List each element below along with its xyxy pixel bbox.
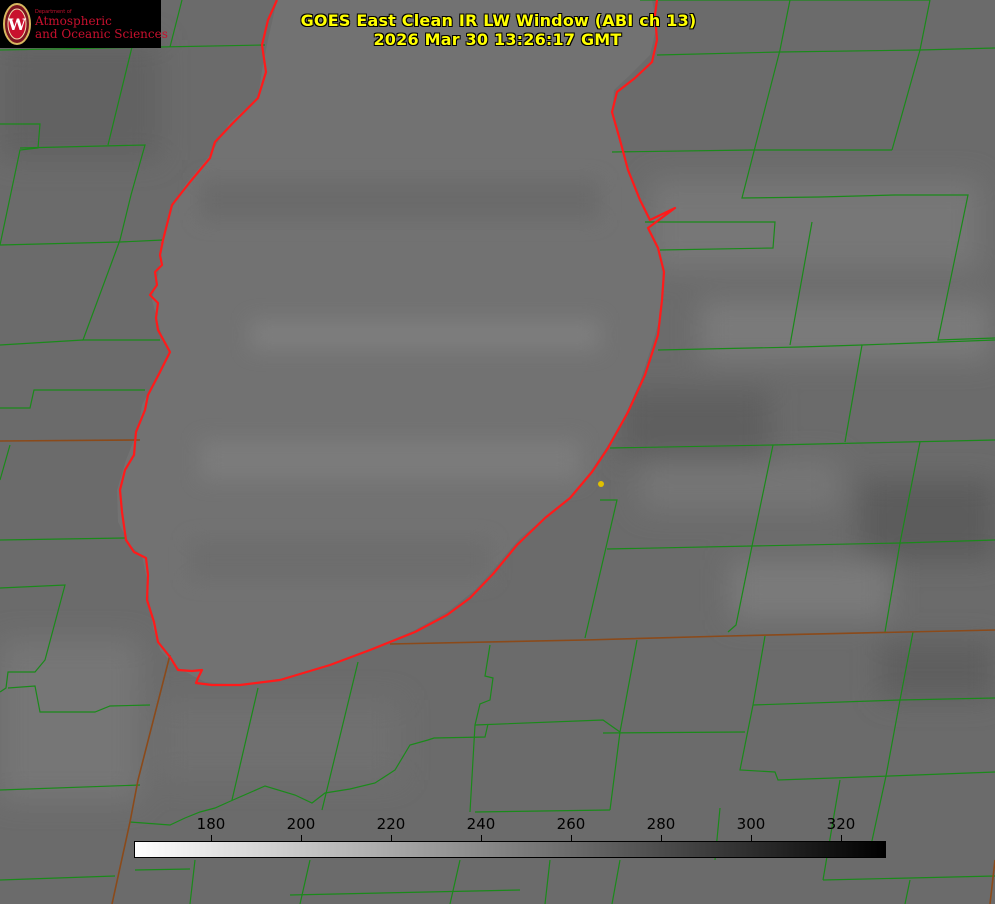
colorbar-tick-label: 320 xyxy=(826,815,856,833)
colorbar-tick xyxy=(481,835,482,841)
satellite-map[interactable] xyxy=(0,0,995,904)
temperature-colorbar xyxy=(134,841,886,858)
dept-name-line2: and Oceanic Sciences xyxy=(35,27,168,41)
location-marker xyxy=(598,481,604,487)
colorbar-tick xyxy=(751,835,752,841)
colorbar-tick-label: 200 xyxy=(286,815,316,833)
colorbar-tick-label: 220 xyxy=(376,815,406,833)
colorbar-tick xyxy=(391,835,392,841)
department-logo: W Department of Atmospheric and Oceanic … xyxy=(0,0,168,48)
colorbar-tick xyxy=(661,835,662,841)
colorbar-tick xyxy=(301,835,302,841)
colorbar-tick-label: 280 xyxy=(646,815,676,833)
colorbar-tick-label: 300 xyxy=(736,815,766,833)
colorbar-tick-label: 180 xyxy=(196,815,226,833)
colorbar-tick-label: 260 xyxy=(556,815,586,833)
colorbar-tick xyxy=(211,835,212,841)
seal-letter: W xyxy=(7,15,27,34)
colorbar-tick-label: 240 xyxy=(466,815,496,833)
colorbar-tick xyxy=(571,835,572,841)
colorbar-tick xyxy=(841,835,842,841)
dept-name-line1: Atmospheric xyxy=(35,14,112,28)
university-seal-icon: W xyxy=(3,3,31,45)
